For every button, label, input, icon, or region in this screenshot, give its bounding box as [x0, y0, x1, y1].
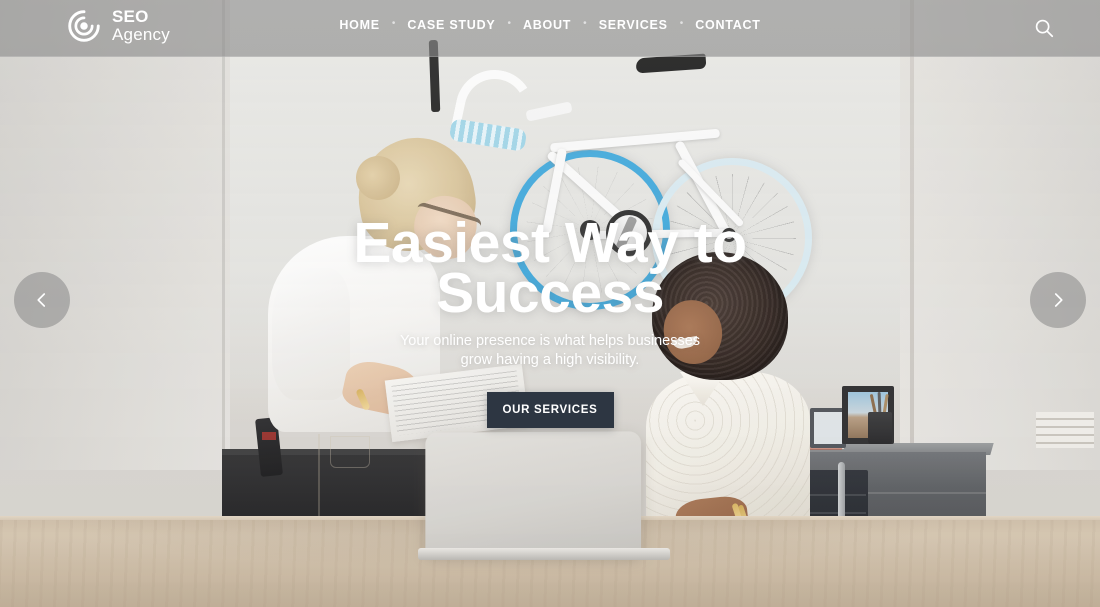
picture-frame-small-photo	[814, 412, 842, 444]
wall-seam-right	[910, 0, 914, 468]
pen-cup	[868, 412, 892, 444]
hero-background-photo	[0, 0, 1100, 607]
bicycle-front-hub	[580, 220, 600, 240]
laptop-base	[418, 548, 670, 560]
desk-phone-button	[262, 432, 276, 440]
nav-separator-2: •	[507, 18, 511, 29]
nav-item-contact[interactable]: CONTACT	[683, 18, 772, 32]
our-services-button[interactable]: OUR SERVICES	[486, 392, 614, 428]
nav-item-case-study[interactable]: CASE STUDY	[395, 18, 507, 32]
standing-woman-sleeve	[272, 268, 350, 400]
primary-navigation: HOME • CASE STUDY • ABOUT • SERVICES • C…	[0, 18, 1100, 32]
nav-separator-3: •	[583, 18, 587, 29]
search-icon	[1035, 19, 1054, 38]
nav-item-about[interactable]: ABOUT	[511, 18, 583, 32]
nav-item-services[interactable]: SERVICES	[587, 18, 680, 32]
laptop-lid	[425, 431, 642, 555]
slider-next-button[interactable]	[1030, 272, 1086, 328]
chevron-left-icon	[37, 293, 46, 307]
chevron-right-icon	[1054, 293, 1063, 307]
standing-woman-jeans-pocket	[330, 436, 370, 468]
search-button[interactable]	[1030, 14, 1058, 42]
bicycle-top-tube	[549, 128, 721, 153]
site-header: SEO Agency HOME • CASE STUDY • ABOUT • S…	[0, 0, 1100, 57]
wall-seam-left	[222, 0, 225, 470]
hero-slider-page: SEO Agency HOME • CASE STUDY • ABOUT • S…	[0, 0, 1100, 607]
wall-left	[0, 0, 230, 470]
bicycle-rear-hub	[722, 228, 736, 242]
nav-separator-4: •	[679, 18, 684, 29]
wall-right	[900, 0, 1100, 470]
nav-separator-1: •	[391, 18, 396, 29]
slider-prev-button[interactable]	[14, 272, 70, 328]
nav-item-home[interactable]: HOME	[327, 18, 392, 32]
binder-stack	[1036, 412, 1094, 448]
